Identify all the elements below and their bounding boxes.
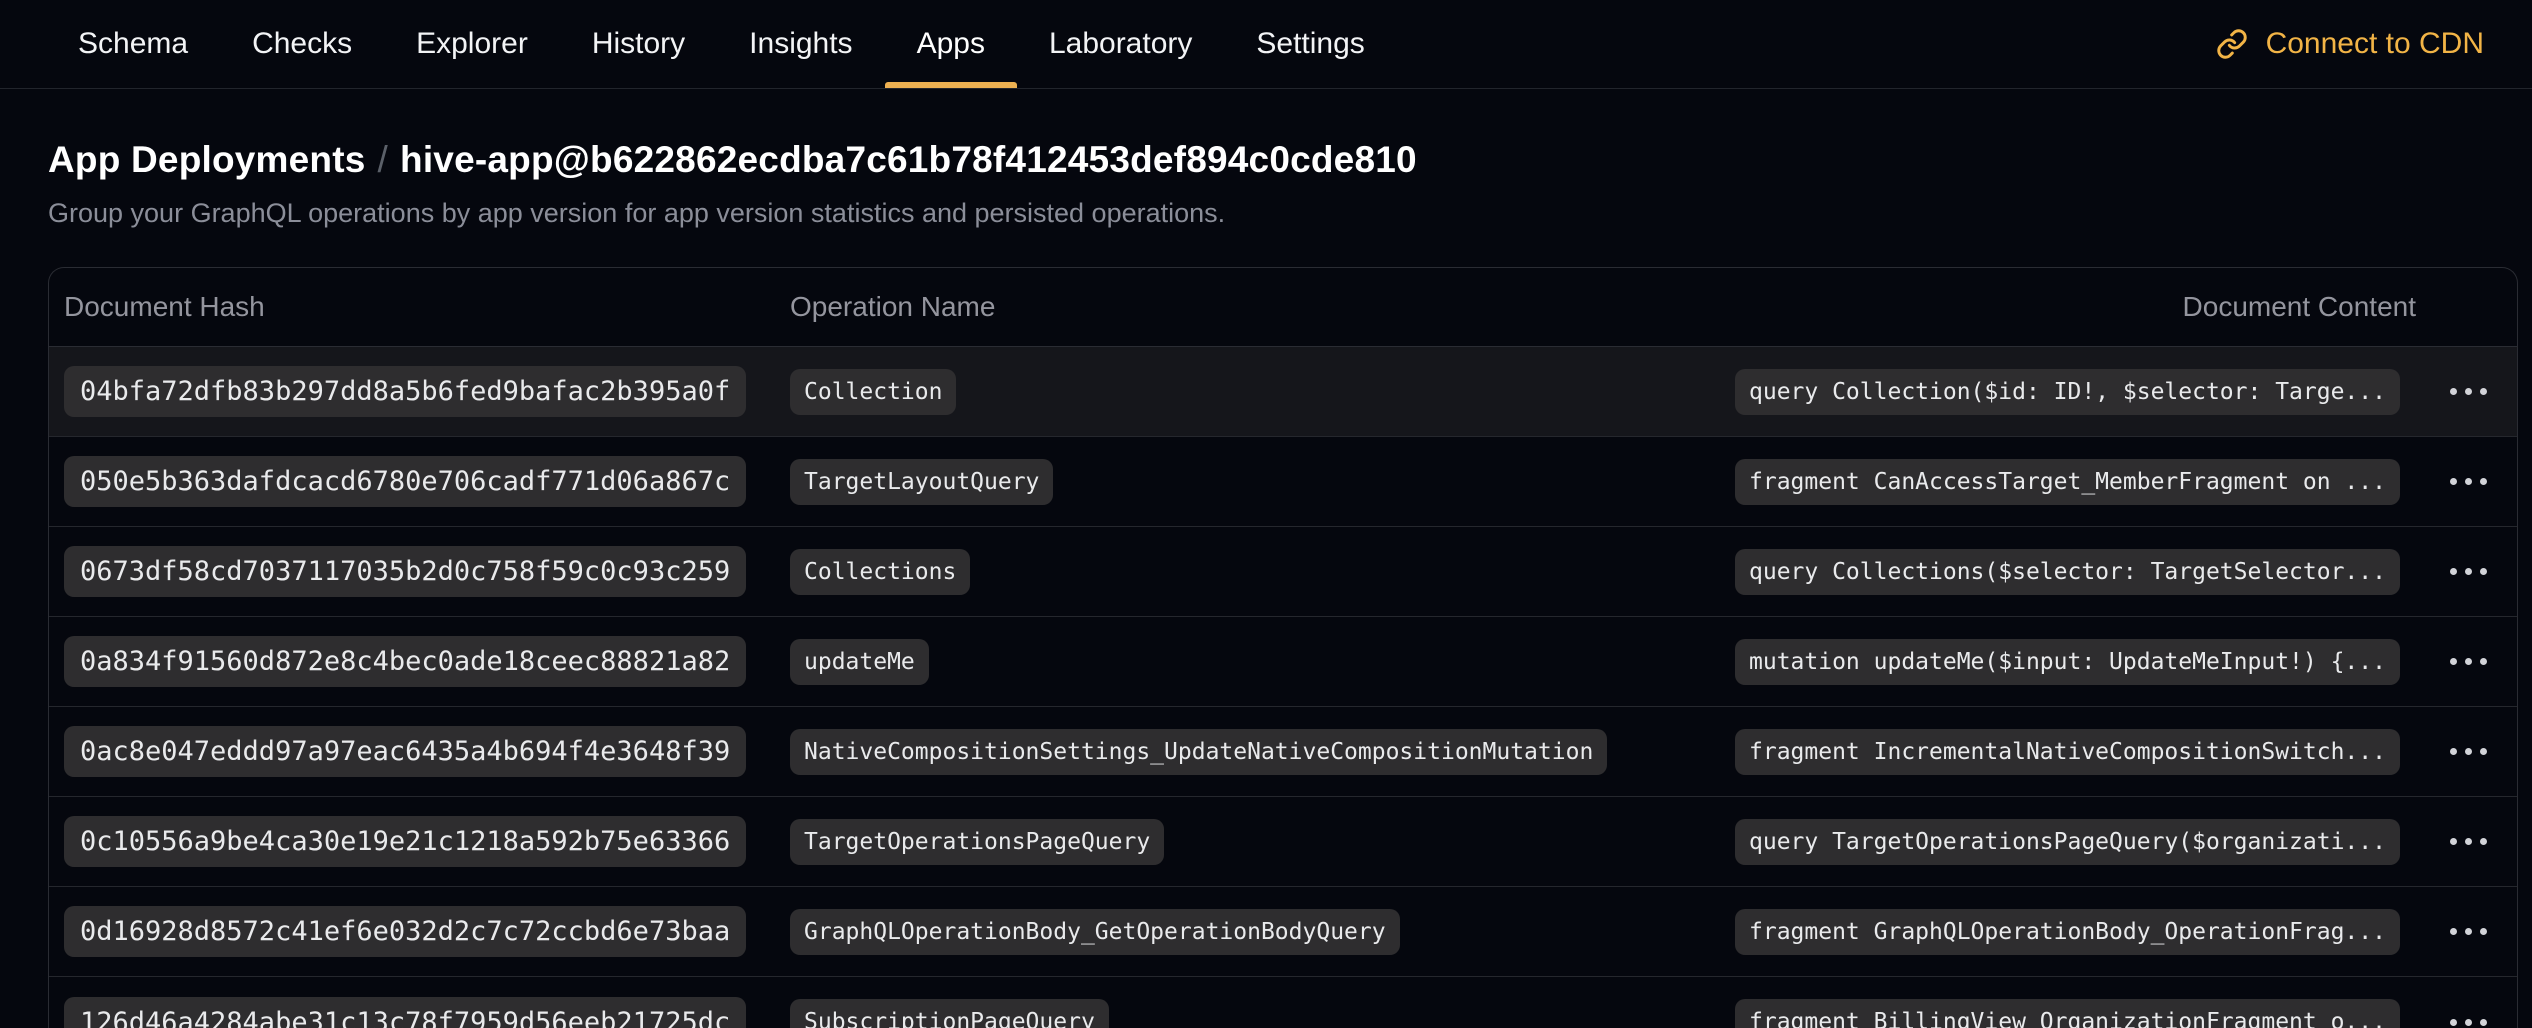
column-header-document-content: Document Content — [1720, 291, 2420, 323]
document-content-chip: query Collection($id: ID!, $selector: Ta… — [1735, 369, 2400, 415]
document-hash-chip: 04bfa72dfb83b297dd8a5b6fed9bafac2b395a0f — [64, 366, 746, 417]
document-hash-chip: 0a834f91560d872e8c4bec0ade18ceec88821a82 — [64, 636, 746, 687]
tab-apps[interactable]: Apps — [885, 0, 1017, 88]
table-row[interactable]: 0a834f91560d872e8c4bec0ade18ceec88821a82… — [49, 617, 2517, 707]
table-row[interactable]: 050e5b363dafdcacd6780e706cadf771d06a867c… — [49, 437, 2517, 527]
document-content-chip: query Collections($selector: TargetSelec… — [1735, 549, 2400, 595]
table-body: 04bfa72dfb83b297dd8a5b6fed9bafac2b395a0f… — [49, 347, 2517, 1028]
operation-name-chip: updateMe — [790, 639, 929, 685]
ellipsis-icon — [2450, 928, 2487, 935]
document-content-chip: fragment GraphQLOperationBody_OperationF… — [1735, 909, 2400, 955]
ellipsis-icon — [2450, 838, 2487, 845]
operation-name-chip: NativeCompositionSettings_UpdateNativeCo… — [790, 729, 1607, 775]
operation-name-chip: TargetLayoutQuery — [790, 459, 1053, 505]
document-content-chip: fragment CanAccessTarget_MemberFragment … — [1735, 459, 2400, 505]
tab-explorer[interactable]: Explorer — [384, 0, 560, 88]
row-menu-button[interactable] — [2440, 734, 2497, 769]
tab-settings[interactable]: Settings — [1224, 0, 1396, 88]
operation-name-chip: Collection — [790, 369, 956, 415]
document-hash-chip: 0673df58cd7037117035b2d0c758f59c0c93c259 — [64, 546, 746, 597]
tab-checks[interactable]: Checks — [220, 0, 384, 88]
row-menu-button[interactable] — [2440, 374, 2497, 409]
ellipsis-icon — [2450, 388, 2487, 395]
table-row[interactable]: 0673df58cd7037117035b2d0c758f59c0c93c259… — [49, 527, 2517, 617]
row-menu-button[interactable] — [2440, 554, 2497, 589]
table-row[interactable]: 0ac8e047eddd97a97eac6435a4b694f4e3648f39… — [49, 707, 2517, 797]
tab-history[interactable]: History — [560, 0, 717, 88]
document-hash-chip: 050e5b363dafdcacd6780e706cadf771d06a867c — [64, 456, 746, 507]
operation-name-chip: SubscriptionPageQuery — [790, 999, 1109, 1028]
ellipsis-icon — [2450, 568, 2487, 575]
row-menu-button[interactable] — [2440, 914, 2497, 949]
tab-schema[interactable]: Schema — [46, 0, 220, 88]
top-nav: Schema Checks Explorer History Insights … — [0, 0, 2532, 89]
ellipsis-icon — [2450, 748, 2487, 755]
row-menu-button[interactable] — [2440, 644, 2497, 679]
table-header: Document Hash Operation Name Document Co… — [49, 268, 2517, 347]
operation-name-chip: Collections — [790, 549, 970, 595]
document-content-chip: query TargetOperationsPageQuery($organiz… — [1735, 819, 2400, 865]
document-hash-chip: 0ac8e047eddd97a97eac6435a4b694f4e3648f39 — [64, 726, 746, 777]
document-hash-chip: 0c10556a9be4ca30e19e21c1218a592b75e63366 — [64, 816, 746, 867]
ellipsis-icon — [2450, 658, 2487, 665]
document-hash-chip: 0d16928d8572c41ef6e032d2c7c72ccbd6e73baa — [64, 906, 746, 957]
document-content-chip: fragment BillingView_OrganizationFragmen… — [1735, 999, 2400, 1028]
cdn-link-label: Connect to CDN — [2266, 27, 2484, 61]
breadcrumb-separator: / — [378, 139, 388, 180]
table-row[interactable]: 0c10556a9be4ca30e19e21c1218a592b75e63366… — [49, 797, 2517, 887]
document-content-chip: mutation updateMe($input: UpdateMeInput!… — [1735, 639, 2400, 685]
app-deployments-table: Document Hash Operation Name Document Co… — [48, 267, 2518, 1028]
nav-tabs: Schema Checks Explorer History Insights … — [46, 0, 1397, 88]
row-menu-button[interactable] — [2440, 464, 2497, 499]
table-row[interactable]: 126d46a4284abe31c13c78f7959d56eeb21725dc… — [49, 977, 2517, 1028]
breadcrumb-root: App Deployments — [48, 139, 366, 180]
column-header-operation-name: Operation Name — [775, 291, 1720, 323]
ellipsis-icon — [2450, 1019, 2487, 1026]
tab-insights[interactable]: Insights — [717, 0, 884, 88]
ellipsis-icon — [2450, 478, 2487, 485]
column-header-document-hash: Document Hash — [49, 291, 775, 323]
document-content-chip: fragment IncrementalNativeCompositionSwi… — [1735, 729, 2400, 775]
link-icon — [2216, 28, 2248, 60]
connect-to-cdn-link[interactable]: Connect to CDN — [2216, 0, 2484, 88]
row-menu-button[interactable] — [2440, 824, 2497, 859]
document-hash-chip: 126d46a4284abe31c13c78f7959d56eeb21725dc — [64, 997, 746, 1028]
main-content: App Deployments / hive-app@b622862ecdba7c6… — [0, 139, 2532, 1028]
tab-laboratory[interactable]: Laboratory — [1017, 0, 1224, 88]
row-menu-button[interactable] — [2440, 1005, 2497, 1028]
page-title: App Deployments / hive-app@b622862ecdba7c6… — [48, 139, 2532, 181]
operation-name-chip: TargetOperationsPageQuery — [790, 819, 1164, 865]
breadcrumb-app: hive-app@b622862ecdba7c61b78f412453def89… — [400, 139, 1417, 180]
page-subtitle: Group your GraphQL operations by app ver… — [48, 198, 2532, 229]
table-row[interactable]: 04bfa72dfb83b297dd8a5b6fed9bafac2b395a0f… — [49, 347, 2517, 437]
operation-name-chip: GraphQLOperationBody_GetOperationBodyQue… — [790, 909, 1400, 955]
table-row[interactable]: 0d16928d8572c41ef6e032d2c7c72ccbd6e73baa… — [49, 887, 2517, 977]
